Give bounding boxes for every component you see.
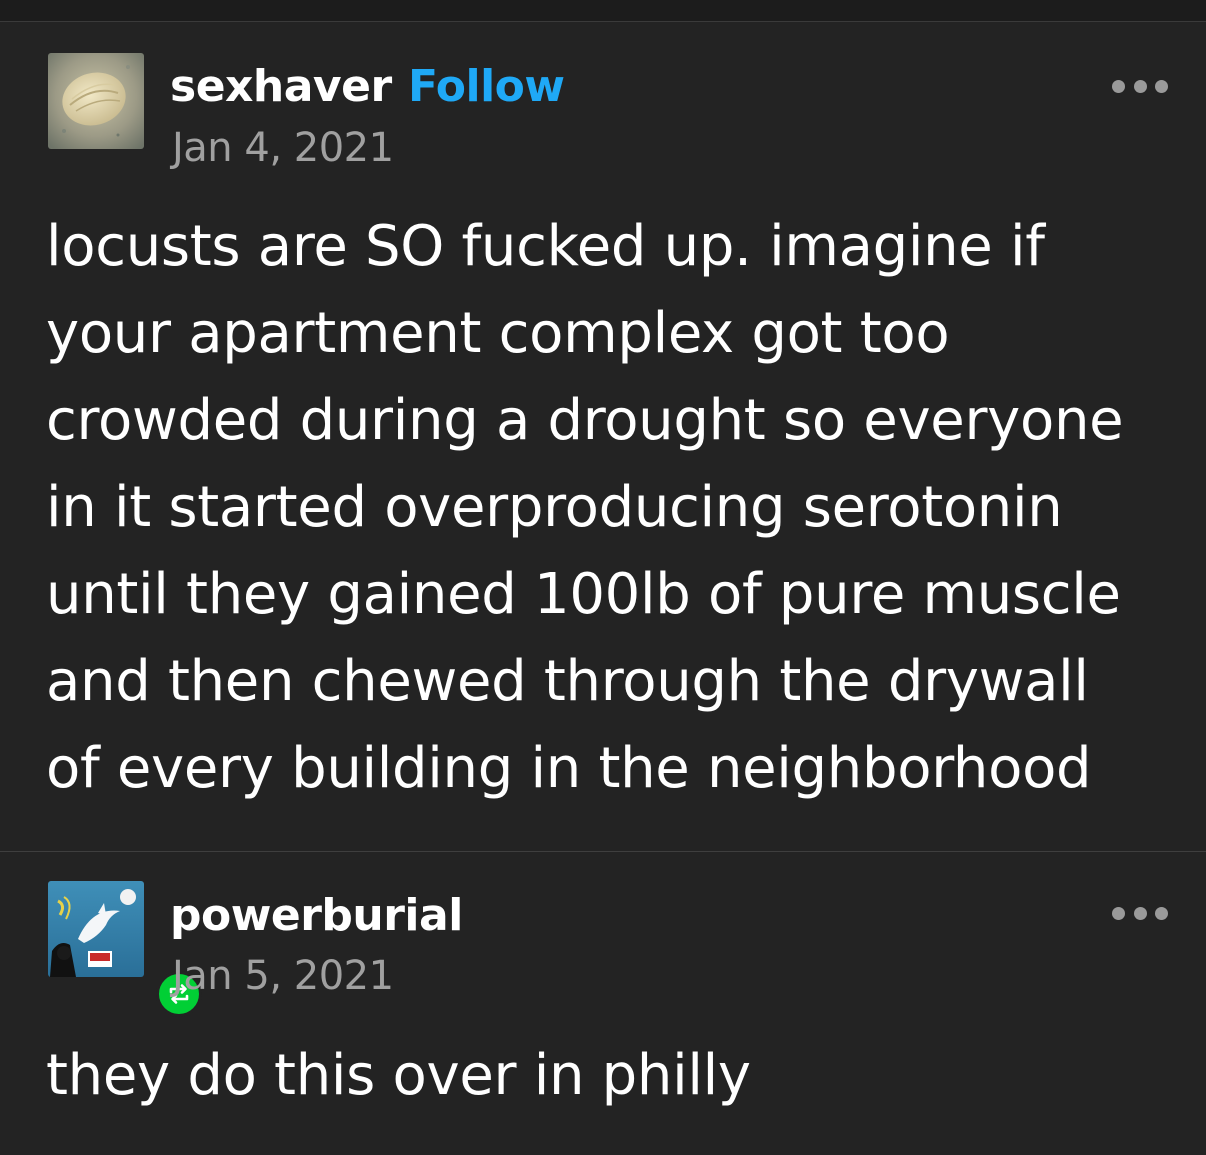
more-options-button[interactable]: [1108, 71, 1172, 101]
username[interactable]: sexhaver: [170, 65, 392, 109]
more-options-button[interactable]: [1108, 898, 1172, 928]
post-line: locusts are SO fucked up. imagine if: [46, 214, 1045, 279]
post-date: Jan 4, 2021: [172, 125, 394, 171]
more-dot: [1133, 906, 1147, 920]
more-dot: [1155, 906, 1168, 920]
post-thread: sexhaver Follow Jan 4, 2021 locusts are …: [0, 0, 1206, 1155]
more-dot: [1112, 79, 1125, 93]
avatar[interactable]: [48, 53, 144, 149]
post-line: until they gained 100lb of pure muscle: [46, 562, 1121, 627]
more-dot: [1133, 79, 1147, 93]
post-line: in it started overproducing serotonin: [46, 475, 1063, 540]
more-dot: [1112, 906, 1125, 920]
post-line: your apartment complex got too: [46, 301, 950, 366]
post-body: locusts are SO fucked up. imagine if you…: [46, 203, 1166, 812]
post-reblog: powerburial Jan 5, 2021 they do this ove…: [0, 852, 1206, 1155]
post-line: of every building in the neighborhood: [46, 736, 1092, 801]
avatar[interactable]: [48, 881, 202, 1017]
post-original: sexhaver Follow Jan 4, 2021 locusts are …: [0, 23, 1206, 851]
previous-post-edge: [0, 0, 1206, 22]
post-line: crowded during a drought so everyone: [46, 388, 1124, 453]
post-line: they do this over in philly: [46, 1043, 751, 1108]
dolphin-collage-avatar-icon: [48, 881, 144, 977]
sand-dollar-avatar-icon: [48, 53, 144, 149]
username[interactable]: powerburial: [170, 894, 463, 938]
post-date: Jan 5, 2021: [172, 953, 394, 999]
follow-button[interactable]: Follow: [408, 65, 565, 109]
post-line: and then chewed through the drywall: [46, 649, 1089, 714]
more-dot: [1155, 79, 1168, 93]
post-body: they do this over in philly: [46, 1032, 1166, 1119]
